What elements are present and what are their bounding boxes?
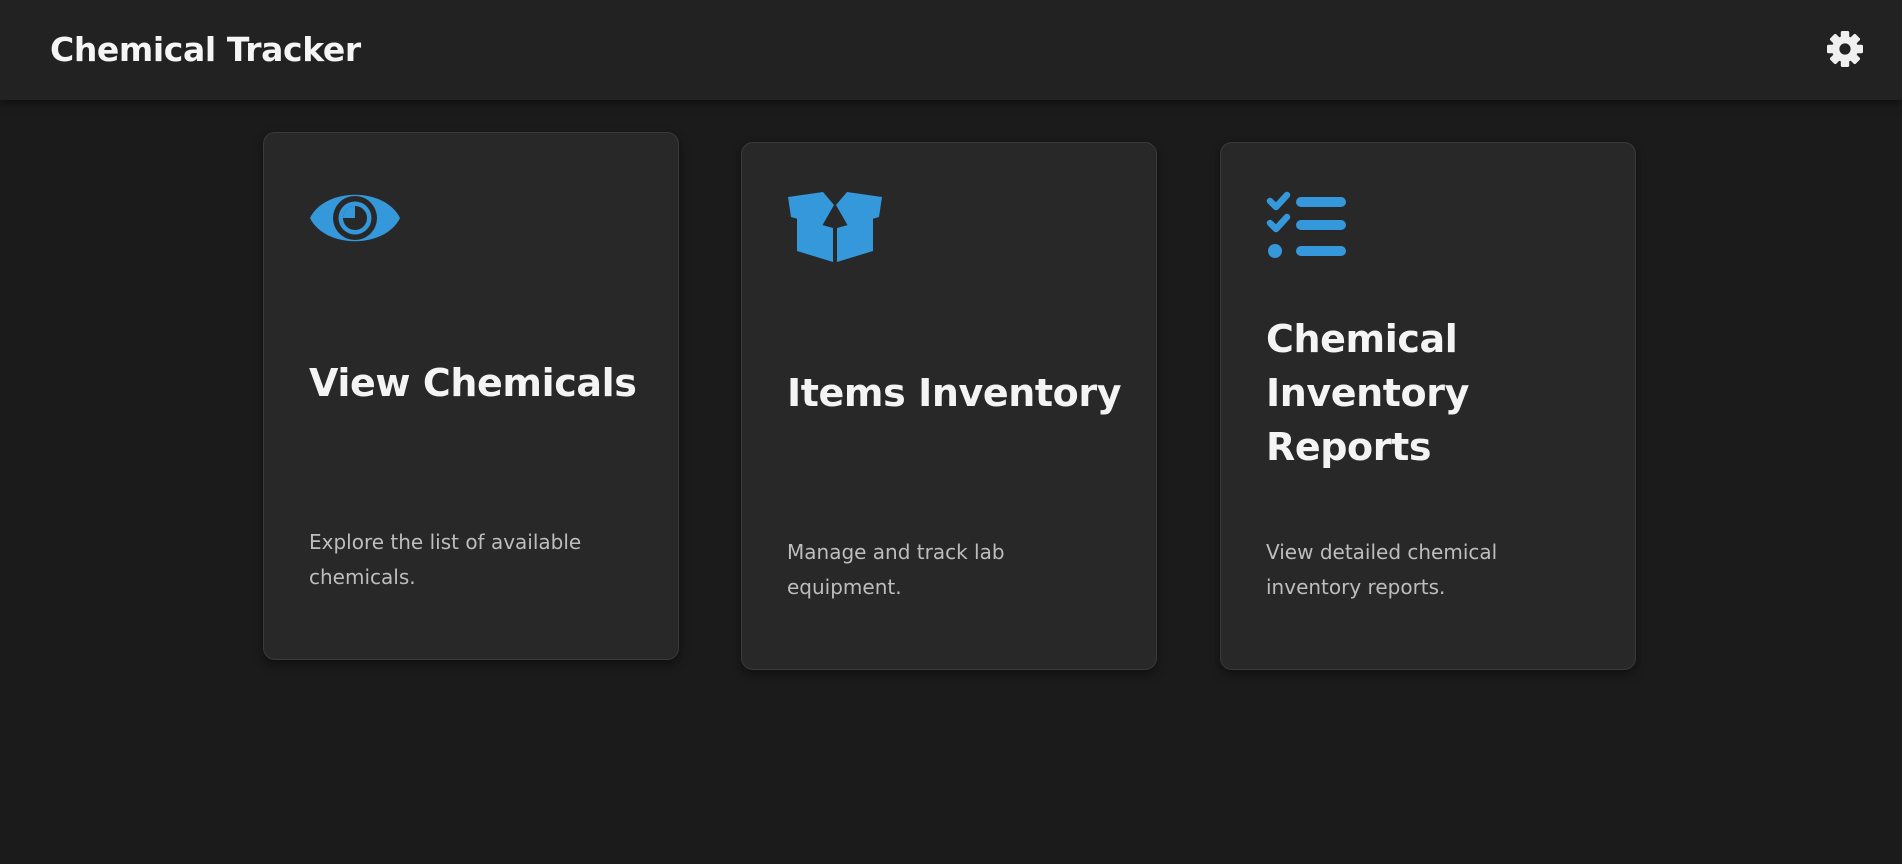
list-check-icon: [1266, 191, 1346, 258]
card-title: View Chemicals: [309, 361, 637, 405]
gear-icon: [1827, 31, 1863, 67]
settings-button[interactable]: [1826, 30, 1864, 68]
app-title: Chemical Tracker: [50, 30, 361, 69]
card-description: View detailed chemical inventory reports…: [1266, 540, 1498, 599]
card-title: Chemical Inventory Reports: [1266, 317, 1469, 469]
card-description: Explore the list of available chemicals.: [309, 530, 582, 589]
eye-icon: [310, 194, 400, 242]
card-title-area: Items Inventory: [787, 303, 1127, 483]
card-title-area: Chemical Inventory Reports: [1266, 303, 1606, 483]
card-title-area: View Chemicals: [309, 293, 649, 473]
card-view-chemicals[interactable]: View Chemicals Explore the list of avail…: [263, 132, 679, 660]
card-icon-wrapper: [309, 181, 405, 257]
top-navbar: Chemical Tracker: [0, 0, 1902, 100]
card-title: Items Inventory: [787, 371, 1122, 415]
card-icon-wrapper: [1266, 191, 1362, 267]
card-items-inventory[interactable]: Items Inventory Manage and track lab equ…: [741, 142, 1157, 670]
card-icon-wrapper: [787, 191, 883, 267]
box-open-icon: [788, 192, 882, 262]
card-chemical-inventory-reports[interactable]: Chemical Inventory Reports View detailed…: [1220, 142, 1636, 670]
card-description: Manage and track lab equipment.: [787, 540, 1005, 599]
